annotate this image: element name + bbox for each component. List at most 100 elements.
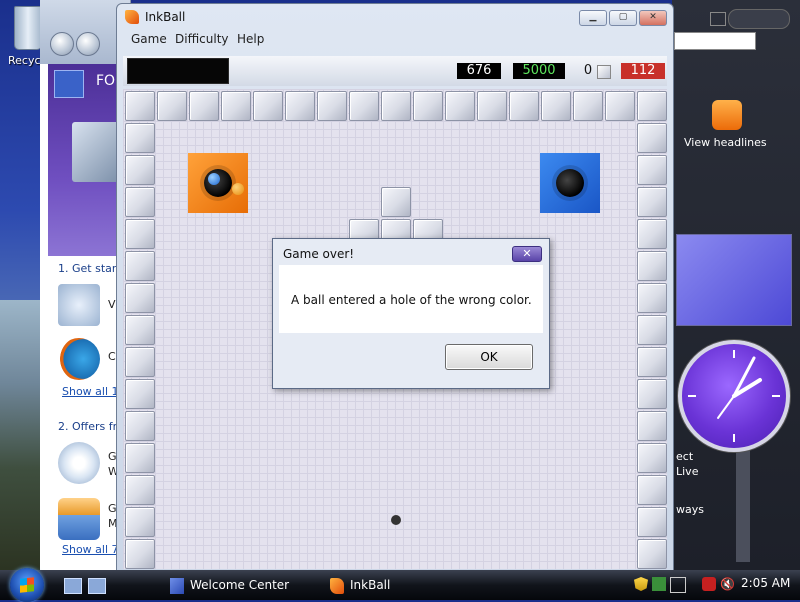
wall-tile	[477, 91, 507, 121]
show-desktop-icon[interactable]	[64, 578, 82, 594]
taskbar-item-welcome-center[interactable]: Welcome Center	[170, 573, 289, 597]
minimize-button[interactable]: ▁	[579, 10, 607, 26]
maximize-button[interactable]: ▢	[609, 10, 637, 26]
ok-button[interactable]: OK	[445, 344, 533, 370]
shopping-bag-icon[interactable]	[58, 498, 100, 540]
wall-tile	[189, 91, 219, 121]
inkball-window[interactable]: InkBall ▁ ▢ ✕ Game Difficulty Help 676 5…	[116, 3, 674, 572]
network-icon[interactable]	[670, 577, 686, 593]
wall-tile	[573, 91, 603, 121]
taskbar-item-inkball[interactable]: InkBall	[330, 573, 390, 597]
balls-count: 0	[583, 63, 593, 78]
target-score-value: 5000	[513, 63, 565, 79]
show-all-link-7[interactable]: Show all 7	[62, 543, 119, 556]
wall-tile	[349, 91, 379, 121]
menu-difficulty[interactable]: Difficulty	[175, 32, 229, 46]
game-over-dialog[interactable]: Game over! ✕ A ball entered a hole of th…	[272, 238, 550, 389]
orange-ball	[232, 183, 244, 195]
item-label-1[interactable]: V	[108, 298, 116, 311]
taskbar-item-label: InkBall	[350, 578, 391, 592]
wall-tile	[637, 219, 667, 249]
wall-tile	[637, 91, 667, 121]
wall-tile	[125, 219, 155, 249]
wall-tile	[637, 347, 667, 377]
wall-tile	[541, 91, 571, 121]
power-icon[interactable]	[702, 577, 716, 591]
feed-headlines-gadget[interactable]: View headlines	[672, 92, 800, 192]
sidebar-scrollbar[interactable]	[736, 450, 750, 562]
orange-hole	[188, 153, 248, 213]
computer-icon	[72, 122, 122, 182]
wall-tile	[125, 379, 155, 409]
menu-help[interactable]: Help	[237, 32, 264, 46]
wall-tile	[413, 91, 443, 121]
wall-tile	[125, 155, 155, 185]
wall-tile	[637, 443, 667, 473]
maximize-icon[interactable]	[710, 12, 726, 26]
wall-tile	[125, 539, 155, 569]
desktop-wallpaper	[0, 300, 45, 580]
wall-tile	[125, 507, 155, 537]
wall-tile	[285, 91, 315, 121]
windows-ultimate-icon[interactable]	[58, 442, 100, 484]
back-button[interactable]	[50, 32, 74, 56]
item-label-2[interactable]: C	[108, 350, 116, 363]
hole-pit	[556, 169, 584, 197]
view-headlines-label[interactable]: View headlines	[684, 136, 767, 149]
taskbar-clock[interactable]: 2:05 AM	[741, 576, 790, 590]
clock-gadget[interactable]	[678, 340, 790, 452]
wall-tile	[157, 91, 187, 121]
forward-button[interactable]	[76, 32, 100, 56]
recycle-bin-icon	[14, 6, 42, 50]
wall-tile	[125, 251, 155, 281]
wall-tile	[125, 315, 155, 345]
wall-tile	[637, 187, 667, 217]
inkball-titlebar[interactable]: InkBall ▁ ▢ ✕	[117, 4, 673, 30]
blue-hole	[540, 153, 600, 213]
blue-ball	[208, 173, 220, 185]
wall-tile	[637, 283, 667, 313]
dialog-message: A ball entered a hole of the wrong color…	[291, 293, 532, 307]
close-button[interactable]: ✕	[639, 10, 667, 26]
windows-logo-icon	[54, 70, 84, 98]
wall-tile	[637, 411, 667, 441]
wall-tile	[637, 539, 667, 569]
recycle-bin-shortcut[interactable]: Recyc	[0, 0, 44, 70]
start-button[interactable]	[10, 568, 44, 602]
volume-muted-icon[interactable]: 🔇	[720, 577, 735, 591]
ball-counter-icon	[597, 65, 611, 79]
wall-tile	[125, 187, 155, 217]
ball-spawn-point	[383, 507, 409, 533]
wall-tile	[381, 91, 411, 121]
wall-tile	[253, 91, 283, 121]
switch-windows-icon[interactable]	[88, 578, 106, 594]
slideshow-gadget[interactable]	[676, 234, 792, 326]
section-get-started: 1. Get start	[58, 262, 121, 275]
sidebar-nav-buttons[interactable]	[728, 9, 790, 29]
dialog-body: A ball entered a hole of the wrong color…	[279, 265, 543, 333]
security-shield-icon[interactable]	[634, 577, 648, 591]
inkball-icon	[330, 577, 344, 594]
wall-tile	[125, 347, 155, 377]
wall-tile	[125, 443, 155, 473]
wall-tile	[637, 123, 667, 153]
wall-tile	[605, 91, 635, 121]
transfer-files-icon[interactable]	[58, 338, 100, 380]
window-title: InkBall	[145, 10, 186, 24]
sidebar-search-box[interactable]	[674, 32, 756, 50]
computer-details-icon[interactable]	[58, 284, 100, 326]
show-all-link-1[interactable]: Show all 1	[62, 385, 119, 398]
update-icon[interactable]	[652, 577, 666, 591]
recycle-bin-label: Recyc	[8, 54, 41, 67]
menu-game[interactable]: Game	[131, 32, 167, 46]
inkball-app-icon	[125, 10, 139, 24]
menu-bar: Game Difficulty Help	[117, 30, 673, 49]
dialog-close-button[interactable]: ✕	[512, 246, 542, 262]
ink-preview-box	[127, 58, 229, 84]
section-offers: 2. Offers fr	[58, 420, 118, 433]
wall-tile	[445, 91, 475, 121]
clock-face-icon	[688, 350, 780, 442]
score-bar: 676 5000 0 112	[123, 56, 667, 86]
wall-tile	[637, 155, 667, 185]
wall-tile	[317, 91, 347, 121]
